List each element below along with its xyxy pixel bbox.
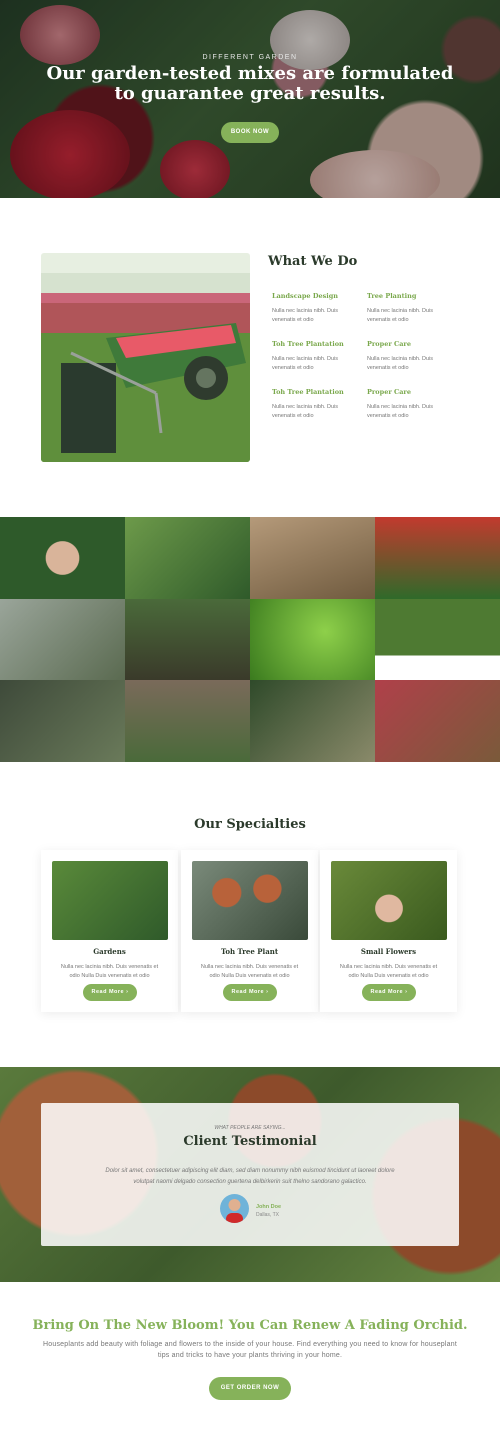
testimonial-name: John Doe bbox=[256, 1204, 282, 1210]
service-text: Nulla nec lacinia nibh. Duis venenatis e… bbox=[367, 308, 434, 323]
testimonial-title: Client Testimonial bbox=[183, 1134, 317, 1149]
service-text: Nulla nec lacinia nibh. Duis venenatis e… bbox=[367, 356, 434, 371]
gallery-image[interactable] bbox=[125, 517, 250, 599]
card-text: Nulla nec lacinia nibh. Duis venenatis e… bbox=[339, 964, 438, 979]
service-title: Proper Care bbox=[367, 340, 411, 348]
gallery-image[interactable] bbox=[0, 598, 125, 681]
specialty-card: Gardens Nulla nec lacinia nibh. Duis ven… bbox=[41, 850, 178, 1012]
gallery-image[interactable] bbox=[375, 680, 500, 763]
read-more-label: Read More bbox=[370, 989, 404, 995]
service-item: Toh Tree Plantation Nulla nec lacinia ni… bbox=[272, 340, 362, 373]
service-text: Nulla nec lacinia nibh. Duis venenatis e… bbox=[272, 308, 339, 323]
testimonial-quote: Dolor sit amet, consectetuer adipiscing … bbox=[105, 1168, 395, 1185]
service-item: Landscape Design Nulla nec lacinia nibh.… bbox=[272, 292, 362, 325]
testimonial-subtitle: WHAT PEOPLE ARE SAYING... bbox=[214, 1125, 286, 1131]
service-title: Proper Care bbox=[367, 388, 411, 396]
chevron-right-icon: › bbox=[266, 989, 269, 995]
service-text: Nulla nec lacinia nibh. Duis venenatis e… bbox=[367, 404, 434, 419]
avatar bbox=[220, 1194, 249, 1223]
card-text: Nulla nec lacinia nibh. Duis venenatis e… bbox=[60, 964, 159, 979]
specialties-title: Our Specialties bbox=[194, 817, 306, 832]
read-more-label: Read More bbox=[91, 989, 125, 995]
gallery-image[interactable] bbox=[125, 598, 250, 681]
read-more-button[interactable]: Read More › bbox=[83, 984, 137, 1001]
gallery-image[interactable] bbox=[0, 517, 125, 599]
service-item: Proper Care Nulla nec lacinia nibh. Duis… bbox=[367, 388, 457, 421]
read-more-button[interactable]: Read More › bbox=[223, 984, 277, 1001]
get-order-now-button[interactable]: GET ORDER NOW bbox=[209, 1377, 291, 1400]
card-title: Small Flowers bbox=[360, 947, 417, 956]
hero-subtitle: DIFFERENT GARDEN bbox=[202, 54, 298, 61]
wheelbarrow-image bbox=[41, 253, 250, 462]
service-title: Toh Tree Plantation bbox=[272, 388, 344, 396]
card-image bbox=[192, 861, 308, 940]
specialty-card: Small Flowers Nulla nec lacinia nibh. Du… bbox=[320, 850, 457, 1012]
service-item: Tree Planting Nulla nec lacinia nibh. Du… bbox=[367, 292, 457, 325]
card-title: Gardens bbox=[93, 947, 126, 956]
hero-banner: DIFFERENT GARDEN Our garden-tested mixes… bbox=[0, 0, 500, 198]
cta-text: Houseplants add beauty with foliage and … bbox=[43, 1341, 457, 1359]
cta-title: Bring On The New Bloom! You Can Renew A … bbox=[32, 1318, 468, 1333]
service-text: Nulla nec lacinia nibh. Duis venenatis e… bbox=[272, 356, 339, 371]
what-we-do-title: What We Do bbox=[268, 254, 358, 269]
card-image bbox=[331, 861, 447, 940]
gallery-image[interactable] bbox=[250, 680, 375, 763]
specialty-card: Toh Tree Plant Nulla nec lacinia nibh. D… bbox=[181, 850, 318, 1012]
service-text: Nulla nec lacinia nibh. Duis venenatis e… bbox=[272, 404, 339, 419]
read-more-button[interactable]: Read More › bbox=[362, 984, 416, 1001]
service-title: Toh Tree Plantation bbox=[272, 340, 344, 348]
gallery-image[interactable] bbox=[125, 680, 250, 763]
gallery-image[interactable] bbox=[250, 517, 375, 599]
gallery-image[interactable] bbox=[375, 598, 500, 681]
service-item: Proper Care Nulla nec lacinia nibh. Duis… bbox=[367, 340, 457, 373]
gallery-image[interactable] bbox=[250, 598, 375, 681]
read-more-label: Read More bbox=[231, 989, 265, 995]
service-title: Tree Planting bbox=[367, 292, 417, 300]
testimonial-location: Dallas, TX bbox=[256, 1212, 279, 1218]
chevron-right-icon: › bbox=[405, 989, 408, 995]
card-image bbox=[52, 861, 168, 940]
card-text: Nulla nec lacinia nibh. Duis venenatis e… bbox=[200, 964, 299, 979]
chevron-right-icon: › bbox=[126, 989, 129, 995]
gallery-image[interactable] bbox=[375, 517, 500, 599]
service-item: Toh Tree Plantation Nulla nec lacinia ni… bbox=[272, 388, 362, 421]
gallery-image[interactable] bbox=[0, 680, 125, 763]
book-now-button[interactable]: BOOK NOW bbox=[221, 122, 279, 143]
hero-title: Our garden-tested mixes are formulated t… bbox=[46, 63, 454, 104]
service-title: Landscape Design bbox=[272, 292, 338, 300]
photo-gallery bbox=[0, 517, 500, 763]
card-title: Toh Tree Plant bbox=[220, 947, 279, 956]
wheelbarrow-illustration bbox=[41, 273, 250, 462]
person-icon bbox=[226, 1199, 243, 1223]
